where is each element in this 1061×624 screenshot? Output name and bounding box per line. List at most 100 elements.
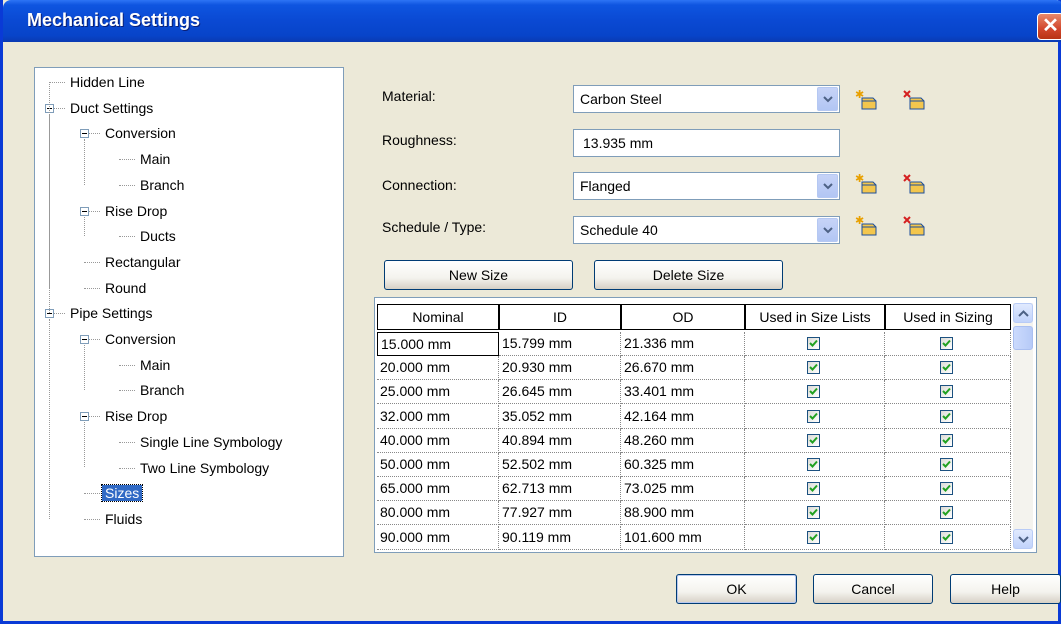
- used-in-sizing-checkbox[interactable]: [940, 506, 953, 520]
- new-connection-icon[interactable]: ✱: [855, 172, 881, 195]
- table-cell[interactable]: 62.713 mm: [499, 477, 621, 502]
- tree-item[interactable]: Duct Settings: [67, 97, 156, 119]
- used-in-size-lists-checkbox[interactable]: [807, 361, 820, 375]
- table-cell[interactable]: 52.502 mm: [499, 453, 621, 477]
- table-cell[interactable]: 40.894 mm: [499, 428, 621, 453]
- table-vertical-scrollbar[interactable]: [1013, 303, 1033, 549]
- table-checkbox-cell[interactable]: [745, 380, 885, 405]
- column-header[interactable]: Used in Sizing: [885, 304, 1011, 330]
- table-checkbox-cell[interactable]: [885, 404, 1011, 429]
- cancel-button[interactable]: Cancel: [813, 574, 933, 604]
- tree-item[interactable]: Round: [102, 277, 149, 299]
- used-in-sizing-checkbox[interactable]: [940, 433, 953, 447]
- tree-item[interactable]: Rise Drop: [102, 200, 170, 222]
- table-checkbox-cell[interactable]: [745, 477, 885, 502]
- tree-item[interactable]: Main: [137, 148, 173, 170]
- tree-collapse-icon[interactable]: [80, 206, 89, 216]
- delete-material-icon[interactable]: [903, 89, 929, 111]
- title-bar[interactable]: Mechanical Settings ✕: [3, 0, 1061, 42]
- tree-item[interactable]: Rectangular: [102, 251, 184, 273]
- used-in-sizing-checkbox[interactable]: [940, 530, 953, 544]
- table-cell[interactable]: 48.260 mm: [621, 428, 745, 453]
- table-cell[interactable]: 80.000 mm: [377, 501, 499, 526]
- table-cell[interactable]: 33.401 mm: [621, 380, 745, 405]
- table-cell[interactable]: 90.000 mm: [377, 525, 499, 550]
- table-cell[interactable]: 42.164 mm: [621, 404, 745, 429]
- table-cell[interactable]: 73.025 mm: [621, 477, 745, 502]
- table-cell[interactable]: 40.000 mm: [377, 428, 499, 453]
- table-cell[interactable]: 26.645 mm: [499, 380, 621, 405]
- used-in-sizing-checkbox[interactable]: [940, 482, 953, 496]
- tree-collapse-icon[interactable]: [80, 335, 89, 344]
- new-schedule-icon[interactable]: ✱: [855, 214, 881, 237]
- table-checkbox-cell[interactable]: [885, 453, 1011, 477]
- tree-item[interactable]: Fluids: [102, 508, 145, 530]
- tree-item[interactable]: Single Line Symbology: [137, 431, 285, 453]
- used-in-sizing-checkbox[interactable]: [940, 337, 953, 350]
- delete-schedule-icon[interactable]: [903, 215, 929, 237]
- used-in-sizing-checkbox[interactable]: [940, 385, 953, 399]
- scroll-up-button[interactable]: [1013, 303, 1033, 323]
- table-checkbox-cell[interactable]: [745, 428, 885, 453]
- tree-collapse-icon[interactable]: [80, 412, 89, 422]
- table-checkbox-cell[interactable]: [885, 428, 1011, 453]
- tree-item[interactable]: Branch: [137, 174, 187, 196]
- table-checkbox-cell[interactable]: [885, 477, 1011, 502]
- used-in-size-lists-checkbox[interactable]: [807, 506, 820, 520]
- table-checkbox-cell[interactable]: [885, 501, 1011, 526]
- tree-item[interactable]: Main: [137, 354, 173, 376]
- used-in-size-lists-checkbox[interactable]: [807, 530, 820, 544]
- table-cell[interactable]: 26.670 mm: [621, 356, 745, 381]
- table-cell[interactable]: 88.900 mm: [621, 501, 745, 526]
- table-cell[interactable]: 65.000 mm: [377, 477, 499, 502]
- table-cell[interactable]: 101.600 mm: [621, 525, 745, 550]
- table-cell[interactable]: 20.930 mm: [499, 356, 621, 381]
- delete-connection-icon[interactable]: [903, 173, 929, 195]
- tree-item[interactable]: Conversion: [102, 122, 179, 144]
- table-cell[interactable]: 20.000 mm: [377, 356, 499, 381]
- schedule-type-dropdown-arrow[interactable]: [817, 218, 838, 242]
- used-in-sizing-checkbox[interactable]: [940, 361, 953, 375]
- used-in-size-lists-checkbox[interactable]: [807, 482, 820, 496]
- tree-item[interactable]: Rise Drop: [102, 405, 170, 427]
- scroll-thumb[interactable]: [1013, 326, 1033, 350]
- roughness-input[interactable]: 13.935 mm: [573, 129, 840, 157]
- table-checkbox-cell[interactable]: [745, 453, 885, 477]
- tree-item[interactable]: Conversion: [102, 328, 179, 350]
- tree-collapse-icon[interactable]: [80, 129, 89, 139]
- table-checkbox-cell[interactable]: [745, 525, 885, 550]
- table-cell[interactable]: 35.052 mm: [499, 404, 621, 429]
- table-cell[interactable]: 15.000 mm: [377, 332, 499, 356]
- ok-button[interactable]: OK: [676, 574, 797, 604]
- table-cell[interactable]: 77.927 mm: [499, 501, 621, 526]
- tree-item[interactable]: Pipe Settings: [67, 302, 156, 324]
- used-in-size-lists-checkbox[interactable]: [807, 433, 820, 447]
- new-material-icon[interactable]: ✱: [855, 88, 881, 111]
- tree-item[interactable]: Sizes: [100, 482, 144, 504]
- used-in-size-lists-checkbox[interactable]: [807, 458, 820, 471]
- column-header[interactable]: ID: [499, 304, 621, 330]
- help-button[interactable]: Help: [950, 574, 1061, 604]
- used-in-sizing-checkbox[interactable]: [940, 458, 953, 471]
- table-cell[interactable]: 50.000 mm: [377, 453, 499, 477]
- used-in-size-lists-checkbox[interactable]: [807, 337, 820, 350]
- material-dropdown[interactable]: Carbon Steel: [573, 85, 840, 113]
- tree-item[interactable]: Hidden Line: [67, 71, 148, 93]
- connection-dropdown-arrow[interactable]: [817, 174, 838, 198]
- table-cell[interactable]: 60.325 mm: [621, 453, 745, 477]
- scroll-down-button[interactable]: [1013, 529, 1033, 549]
- pipe-sizes-table[interactable]: Nominal ID OD Used in Size Lists Used in Siz…: [374, 297, 1037, 553]
- material-dropdown-arrow[interactable]: [817, 87, 838, 111]
- column-header[interactable]: OD: [621, 304, 745, 330]
- tree-item[interactable]: Ducts: [137, 225, 179, 247]
- table-cell[interactable]: 21.336 mm: [621, 332, 745, 356]
- table-checkbox-cell[interactable]: [745, 501, 885, 526]
- settings-tree[interactable]: Hidden Line Duct Settings Conversion Main Br…: [34, 67, 344, 557]
- table-checkbox-cell[interactable]: [885, 525, 1011, 550]
- tree-item[interactable]: Branch: [137, 379, 187, 401]
- table-cell[interactable]: 32.000 mm: [377, 404, 499, 429]
- table-cell[interactable]: 15.799 mm: [499, 332, 621, 356]
- used-in-size-lists-checkbox[interactable]: [807, 409, 820, 423]
- table-checkbox-cell[interactable]: [745, 332, 885, 356]
- table-checkbox-cell[interactable]: [885, 356, 1011, 381]
